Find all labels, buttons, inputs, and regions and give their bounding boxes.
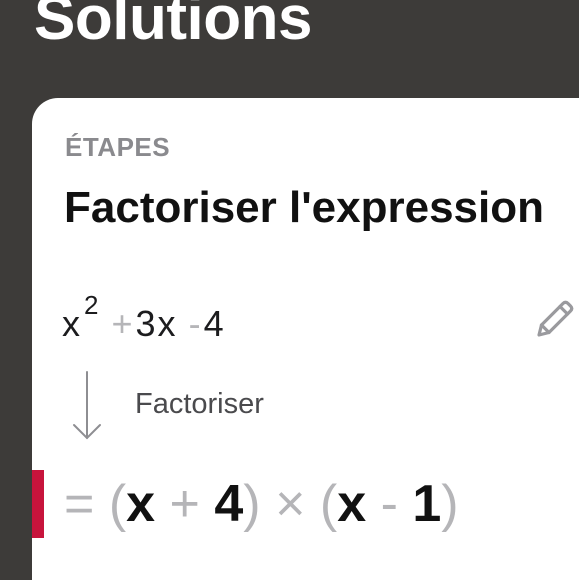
result-num-2: 1 <box>412 475 442 533</box>
result-close-paren-2: ) <box>441 475 459 533</box>
expr-coef: 3 <box>135 303 156 344</box>
section-label-steps: ÉTAPES <box>65 132 171 162</box>
result-var-2: x <box>337 475 367 533</box>
solution-steps-card: ÉTAPES Factoriser l'expression x2 +3x -4… <box>32 98 579 580</box>
result-var-1: x <box>126 475 156 533</box>
expr-constant: 4 <box>203 303 224 344</box>
result-open-paren-1: ( <box>108 475 127 533</box>
result-minus: - <box>380 475 398 533</box>
expr-minus: - <box>188 303 201 344</box>
result-times: × <box>275 475 306 533</box>
result-expression[interactable]: = (x + 4) × (x - 1) <box>64 478 459 530</box>
arrow-down-icon <box>70 370 104 442</box>
step-title: Factoriser l'expression <box>64 183 545 232</box>
expr-exponent: 2 <box>84 290 99 320</box>
expr-base: x <box>62 303 80 344</box>
result-num-1: 4 <box>214 475 244 533</box>
result-plus: + <box>169 475 200 533</box>
page-title: Solutions <box>34 0 312 53</box>
result-open-paren-2: ( <box>319 475 338 533</box>
expr-var: x <box>157 303 176 344</box>
pencil-icon[interactable] <box>530 296 578 344</box>
step-action-label: Factoriser <box>135 388 264 420</box>
result-equals: = <box>64 475 95 533</box>
result-close-paren-1: ) <box>243 475 261 533</box>
result-highlight-bar <box>32 470 44 538</box>
expr-plus: + <box>111 303 133 344</box>
input-expression[interactable]: x2 +3x -4 <box>62 292 224 344</box>
